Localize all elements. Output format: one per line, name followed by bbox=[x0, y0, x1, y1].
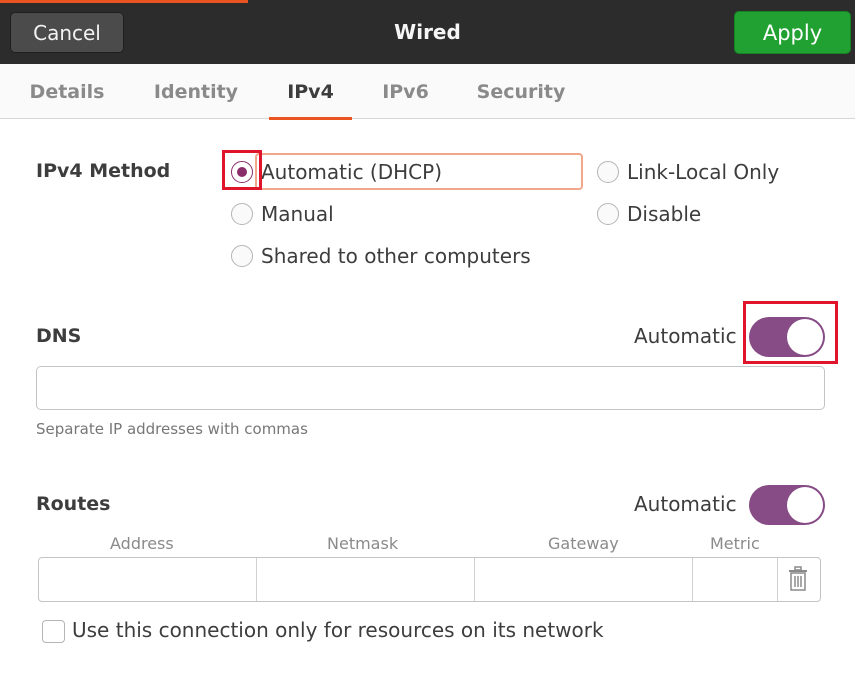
dns-automatic-label: Automatic bbox=[634, 324, 737, 348]
radio-disable-indicator[interactable] bbox=[597, 203, 619, 225]
restrict-network-label: Use this connection only for resources o… bbox=[72, 618, 604, 642]
routes-automatic-toggle[interactable] bbox=[749, 485, 825, 525]
restrict-network-checkbox[interactable] bbox=[42, 620, 65, 643]
routes-automatic-label: Automatic bbox=[634, 492, 737, 516]
radio-manual[interactable]: Manual bbox=[231, 199, 334, 229]
tab-security[interactable]: Security bbox=[466, 64, 576, 119]
route-row bbox=[38, 557, 821, 602]
routes-label: Routes bbox=[36, 493, 111, 515]
highlight-box-dns-toggle bbox=[743, 301, 838, 364]
radio-automatic-dhcp[interactable]: Automatic (DHCP) bbox=[231, 157, 442, 187]
route-gateway-input[interactable] bbox=[475, 558, 693, 601]
radio-shared-label: Shared to other computers bbox=[261, 244, 531, 268]
tab-identity[interactable]: Identity bbox=[142, 64, 250, 119]
radio-link-local[interactable]: Link-Local Only bbox=[597, 157, 779, 187]
routes-toggle-knob bbox=[787, 487, 823, 523]
radio-link-local-indicator[interactable] bbox=[597, 161, 619, 183]
route-metric-input[interactable] bbox=[693, 558, 778, 601]
header-bar: Cancel Wired Apply bbox=[0, 0, 855, 64]
header-accent-line bbox=[0, 0, 248, 3]
apply-button[interactable]: Apply bbox=[734, 11, 851, 54]
column-header-netmask: Netmask bbox=[327, 534, 399, 553]
dns-label: DNS bbox=[36, 325, 82, 347]
cancel-button[interactable]: Cancel bbox=[10, 12, 124, 53]
radio-disable-label: Disable bbox=[627, 202, 702, 226]
radio-automatic-dhcp-label: Automatic (DHCP) bbox=[261, 160, 442, 184]
column-header-address: Address bbox=[110, 534, 174, 553]
tab-bar: Details Identity IPv4 IPv6 Security bbox=[0, 64, 855, 120]
tab-details[interactable]: Details bbox=[20, 64, 114, 119]
radio-manual-label: Manual bbox=[261, 202, 334, 226]
radio-link-local-label: Link-Local Only bbox=[627, 160, 780, 184]
trash-icon[interactable] bbox=[787, 566, 809, 592]
route-netmask-input[interactable] bbox=[257, 558, 475, 601]
column-header-metric: Metric bbox=[710, 534, 760, 553]
dns-hint: Separate IP addresses with commas bbox=[36, 420, 308, 438]
tab-ipv6[interactable]: IPv6 bbox=[372, 64, 439, 119]
highlight-box-dhcp bbox=[222, 150, 262, 190]
radio-manual-indicator[interactable] bbox=[231, 203, 253, 225]
radio-shared[interactable]: Shared to other computers bbox=[231, 241, 531, 271]
ipv4-method-label: IPv4 Method bbox=[36, 160, 171, 182]
dialog-title: Wired bbox=[394, 20, 461, 44]
radio-disable[interactable]: Disable bbox=[597, 199, 701, 229]
dns-input[interactable] bbox=[36, 366, 825, 410]
route-address-input[interactable] bbox=[39, 558, 257, 601]
column-header-gateway: Gateway bbox=[548, 534, 619, 553]
tab-ipv4[interactable]: IPv4 bbox=[269, 64, 352, 120]
radio-shared-indicator[interactable] bbox=[231, 245, 253, 267]
